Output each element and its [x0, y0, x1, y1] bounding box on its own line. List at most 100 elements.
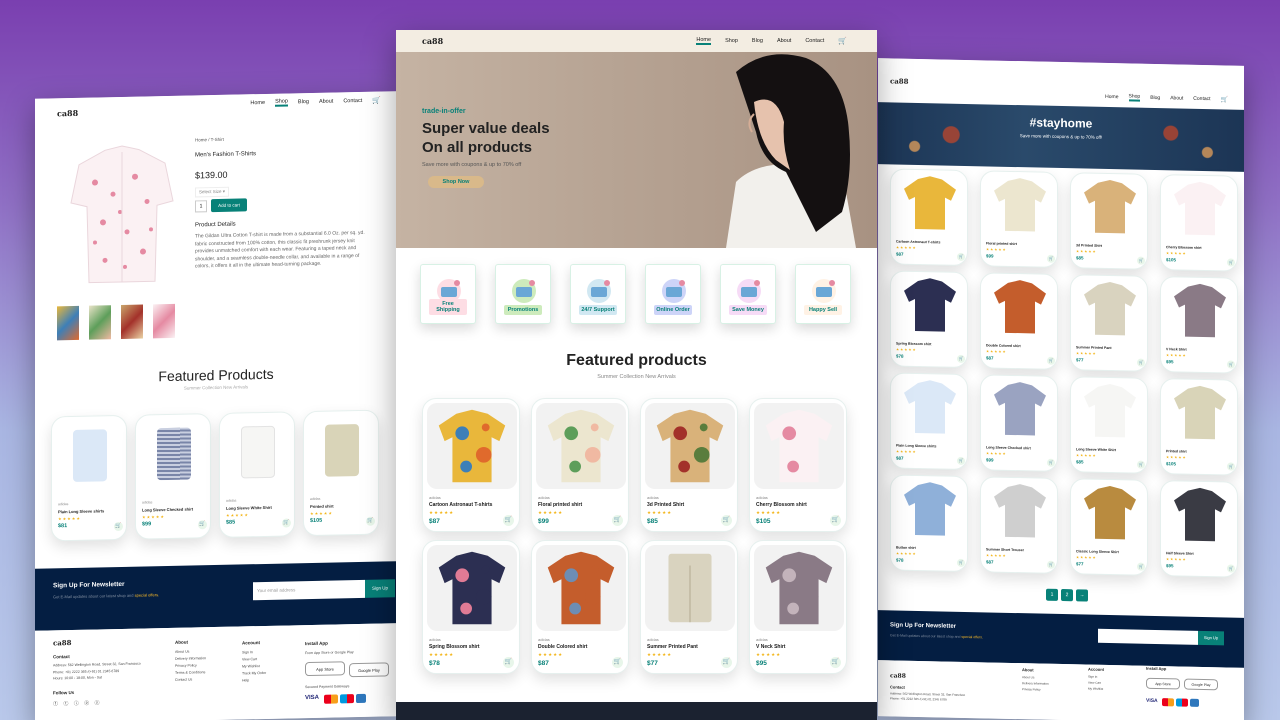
cart-icon[interactable]: 🛒 [1137, 358, 1145, 367]
cart-icon[interactable]: 🛒 [957, 456, 965, 465]
cart-icon[interactable]: 🛒 [1137, 256, 1145, 265]
cart-icon[interactable]: 🛒 [957, 354, 965, 363]
cart-icon[interactable]: 🛒 [721, 657, 732, 668]
product-card[interactable]: adidas Floral printed shirt ★★★★★ $99 🛒 [531, 398, 629, 532]
logo[interactable]: ca88 [57, 108, 78, 118]
footer-link[interactable]: Terms & Conditions [175, 670, 205, 675]
footer-link[interactable]: Sign In [242, 650, 253, 654]
cart-icon[interactable]: 🛒 [1227, 462, 1235, 471]
next-page-button[interactable]: → [1076, 589, 1088, 602]
nav-home[interactable]: Home [250, 100, 265, 106]
email-input[interactable]: Your email address [253, 579, 365, 601]
app-store-button[interactable]: App Store [305, 661, 345, 677]
nav-contact[interactable]: Contact [805, 38, 824, 44]
product-card[interactable]: adidas Summer Printed Pant ★★★★★ $77 🛒 [640, 540, 738, 674]
footer-link[interactable]: About Us [1022, 675, 1034, 679]
nav-shop[interactable]: Shop [275, 98, 288, 107]
cart-icon[interactable]: 🛒 [372, 97, 381, 105]
thumbnail[interactable] [121, 304, 143, 339]
cart-icon[interactable]: 🛒 [198, 520, 207, 530]
cart-icon[interactable]: 🛒 [503, 657, 514, 668]
cart-icon[interactable]: 🛒 [366, 516, 375, 526]
footer-link[interactable]: Track My Order [242, 671, 266, 676]
footer-link[interactable]: Help [242, 678, 249, 682]
thumbnail[interactable] [89, 305, 111, 340]
nav-blog[interactable]: Blog [1150, 95, 1160, 101]
product-card[interactable]: adidas V Neck Shirt ★★★★★ $95 🛒 [749, 540, 847, 674]
product-card[interactable]: adidas Long Sleeve Checked shirt ★★★★★ $… [135, 413, 211, 540]
product-card[interactable]: Classic Long Sleeve Shirt ★★★★★ $77 🛒 [1070, 478, 1148, 576]
product-card[interactable]: Double Colored shirt ★★★★★ $87 🛒 [980, 272, 1058, 370]
google-play-button[interactable]: Google Play [1184, 678, 1218, 691]
logo[interactable]: ca88 [890, 76, 909, 85]
cart-icon[interactable]: 🛒 [1221, 96, 1228, 103]
product-card[interactable]: Printed shirt ★★★★★ $105 🛒 [1160, 378, 1238, 476]
cart-icon[interactable]: 🛒 [612, 515, 623, 526]
nav-contact[interactable]: Contact [1193, 96, 1210, 102]
product-card[interactable]: Floral printed shirt ★★★★★ $99 🛒 [980, 170, 1058, 268]
cart-icon[interactable]: 🛒 [503, 515, 514, 526]
product-card[interactable]: Cartoon Astronaut T-shirts ★★★★★ $87 🛒 [890, 168, 968, 267]
size-select[interactable]: Select Size ▾ [195, 186, 230, 198]
product-card[interactable]: Summer Short Trouser ★★★★★ $87 🛒 [980, 476, 1058, 574]
product-card[interactable]: V Neck Shirt ★★★★★ $95 🛒 [1160, 276, 1238, 374]
signup-button[interactable]: Sign Up [1198, 630, 1224, 646]
nav-about[interactable]: About [1170, 95, 1183, 101]
product-card[interactable]: adidas Spring Blossom shirt ★★★★★ $78 🛒 [422, 540, 520, 674]
nav-shop[interactable]: Shop [1128, 93, 1141, 102]
page-button-1[interactable]: 1 [1046, 588, 1058, 601]
cart-icon[interactable]: 🛒 [1047, 560, 1055, 569]
product-card[interactable]: adidas Plain Long Sleeve shirts ★★★★★ $8… [51, 414, 127, 542]
page-button-2[interactable]: 2 [1061, 589, 1073, 602]
cart-icon[interactable]: 🛒 [830, 657, 841, 668]
signup-button[interactable]: Sign Up [365, 579, 395, 598]
product-card[interactable]: Plain Long Sleeve shirts ★★★★★ $87 🛒 [890, 372, 968, 471]
product-card[interactable]: adidas Cherry Blossom shirt ★★★★★ $105 🛒 [749, 398, 847, 532]
cart-icon[interactable]: 🛒 [1227, 258, 1235, 267]
product-card[interactable]: adidas 3d Printed Shirt ★★★★★ $85 🛒 [640, 398, 738, 532]
product-card[interactable]: Long Sleeve White Shirt ★★★★★ $85 🛒 [1070, 376, 1148, 474]
product-card[interactable]: adidas Long Sleeve White Shirt ★★★★★ $85… [219, 411, 295, 538]
add-to-cart-button[interactable]: Add to cart [211, 198, 247, 213]
product-card[interactable]: Summer Printed Pant ★★★★★ $77 🛒 [1070, 274, 1148, 372]
footer-link[interactable]: Privacy Policy [175, 663, 197, 667]
shop-now-button[interactable]: Shop Now [428, 176, 484, 188]
cart-icon[interactable]: 🛒 [114, 521, 123, 532]
cart-icon[interactable]: 🛒 [1227, 564, 1235, 573]
product-card[interactable]: 3d Printed Shirt ★★★★★ $85 🛒 [1070, 172, 1148, 270]
cart-icon[interactable]: 🛒 [1137, 460, 1145, 469]
quantity-input[interactable]: 1 [195, 200, 207, 213]
product-card[interactable]: adidas Cartoon Astronaut T-shirts ★★★★★ … [422, 398, 520, 532]
footer-link[interactable]: Privacy Policy [1022, 687, 1041, 691]
nav-about[interactable]: About [319, 99, 333, 105]
product-card[interactable]: adidas Printed shirt ★★★★★ $105 🛒 [303, 409, 379, 537]
email-input[interactable] [1098, 628, 1198, 645]
footer-link[interactable]: My Wishlist [242, 664, 260, 668]
nav-blog[interactable]: Blog [752, 38, 763, 44]
cart-icon[interactable]: 🛒 [1227, 360, 1235, 369]
product-card[interactable]: Cherry Blossom shirt ★★★★★ $105 🛒 [1160, 174, 1238, 272]
footer-link[interactable]: My Wishlist [1088, 687, 1103, 691]
footer-link[interactable]: About Us [175, 650, 189, 654]
footer-link[interactable]: Sign In [1088, 675, 1097, 679]
cart-icon[interactable]: 🛒 [1047, 356, 1055, 365]
product-card[interactable]: Button shirt ★★★★★ $78 🛒 [890, 474, 968, 573]
cart-icon[interactable]: 🛒 [282, 518, 291, 528]
nav-contact[interactable]: Contact [343, 98, 362, 104]
cart-icon[interactable]: 🛒 [1047, 458, 1055, 467]
nav-home[interactable]: Home [1105, 94, 1118, 100]
footer-link[interactable]: View Cart [242, 657, 257, 661]
cart-icon[interactable]: 🛒 [957, 558, 965, 567]
cart-icon[interactable]: 🛒 [721, 515, 732, 526]
google-play-button[interactable]: Google Play [349, 662, 389, 678]
footer-link[interactable]: Contact Us [175, 677, 192, 681]
product-card[interactable]: Long Sleeve Checked shirt ★★★★★ $99 🛒 [980, 374, 1058, 472]
cart-icon[interactable]: 🛒 [612, 657, 623, 668]
footer-link[interactable]: Delivery Information [175, 656, 206, 661]
product-card[interactable]: Spring Blossom shirt ★★★★★ $78 🛒 [890, 270, 968, 369]
logo[interactable]: ca88 [422, 36, 443, 46]
nav-about[interactable]: About [777, 38, 791, 44]
footer-link[interactable]: View Cart [1088, 681, 1101, 685]
app-store-button[interactable]: App Store [1146, 677, 1180, 690]
cart-icon[interactable]: 🛒 [1137, 562, 1145, 571]
